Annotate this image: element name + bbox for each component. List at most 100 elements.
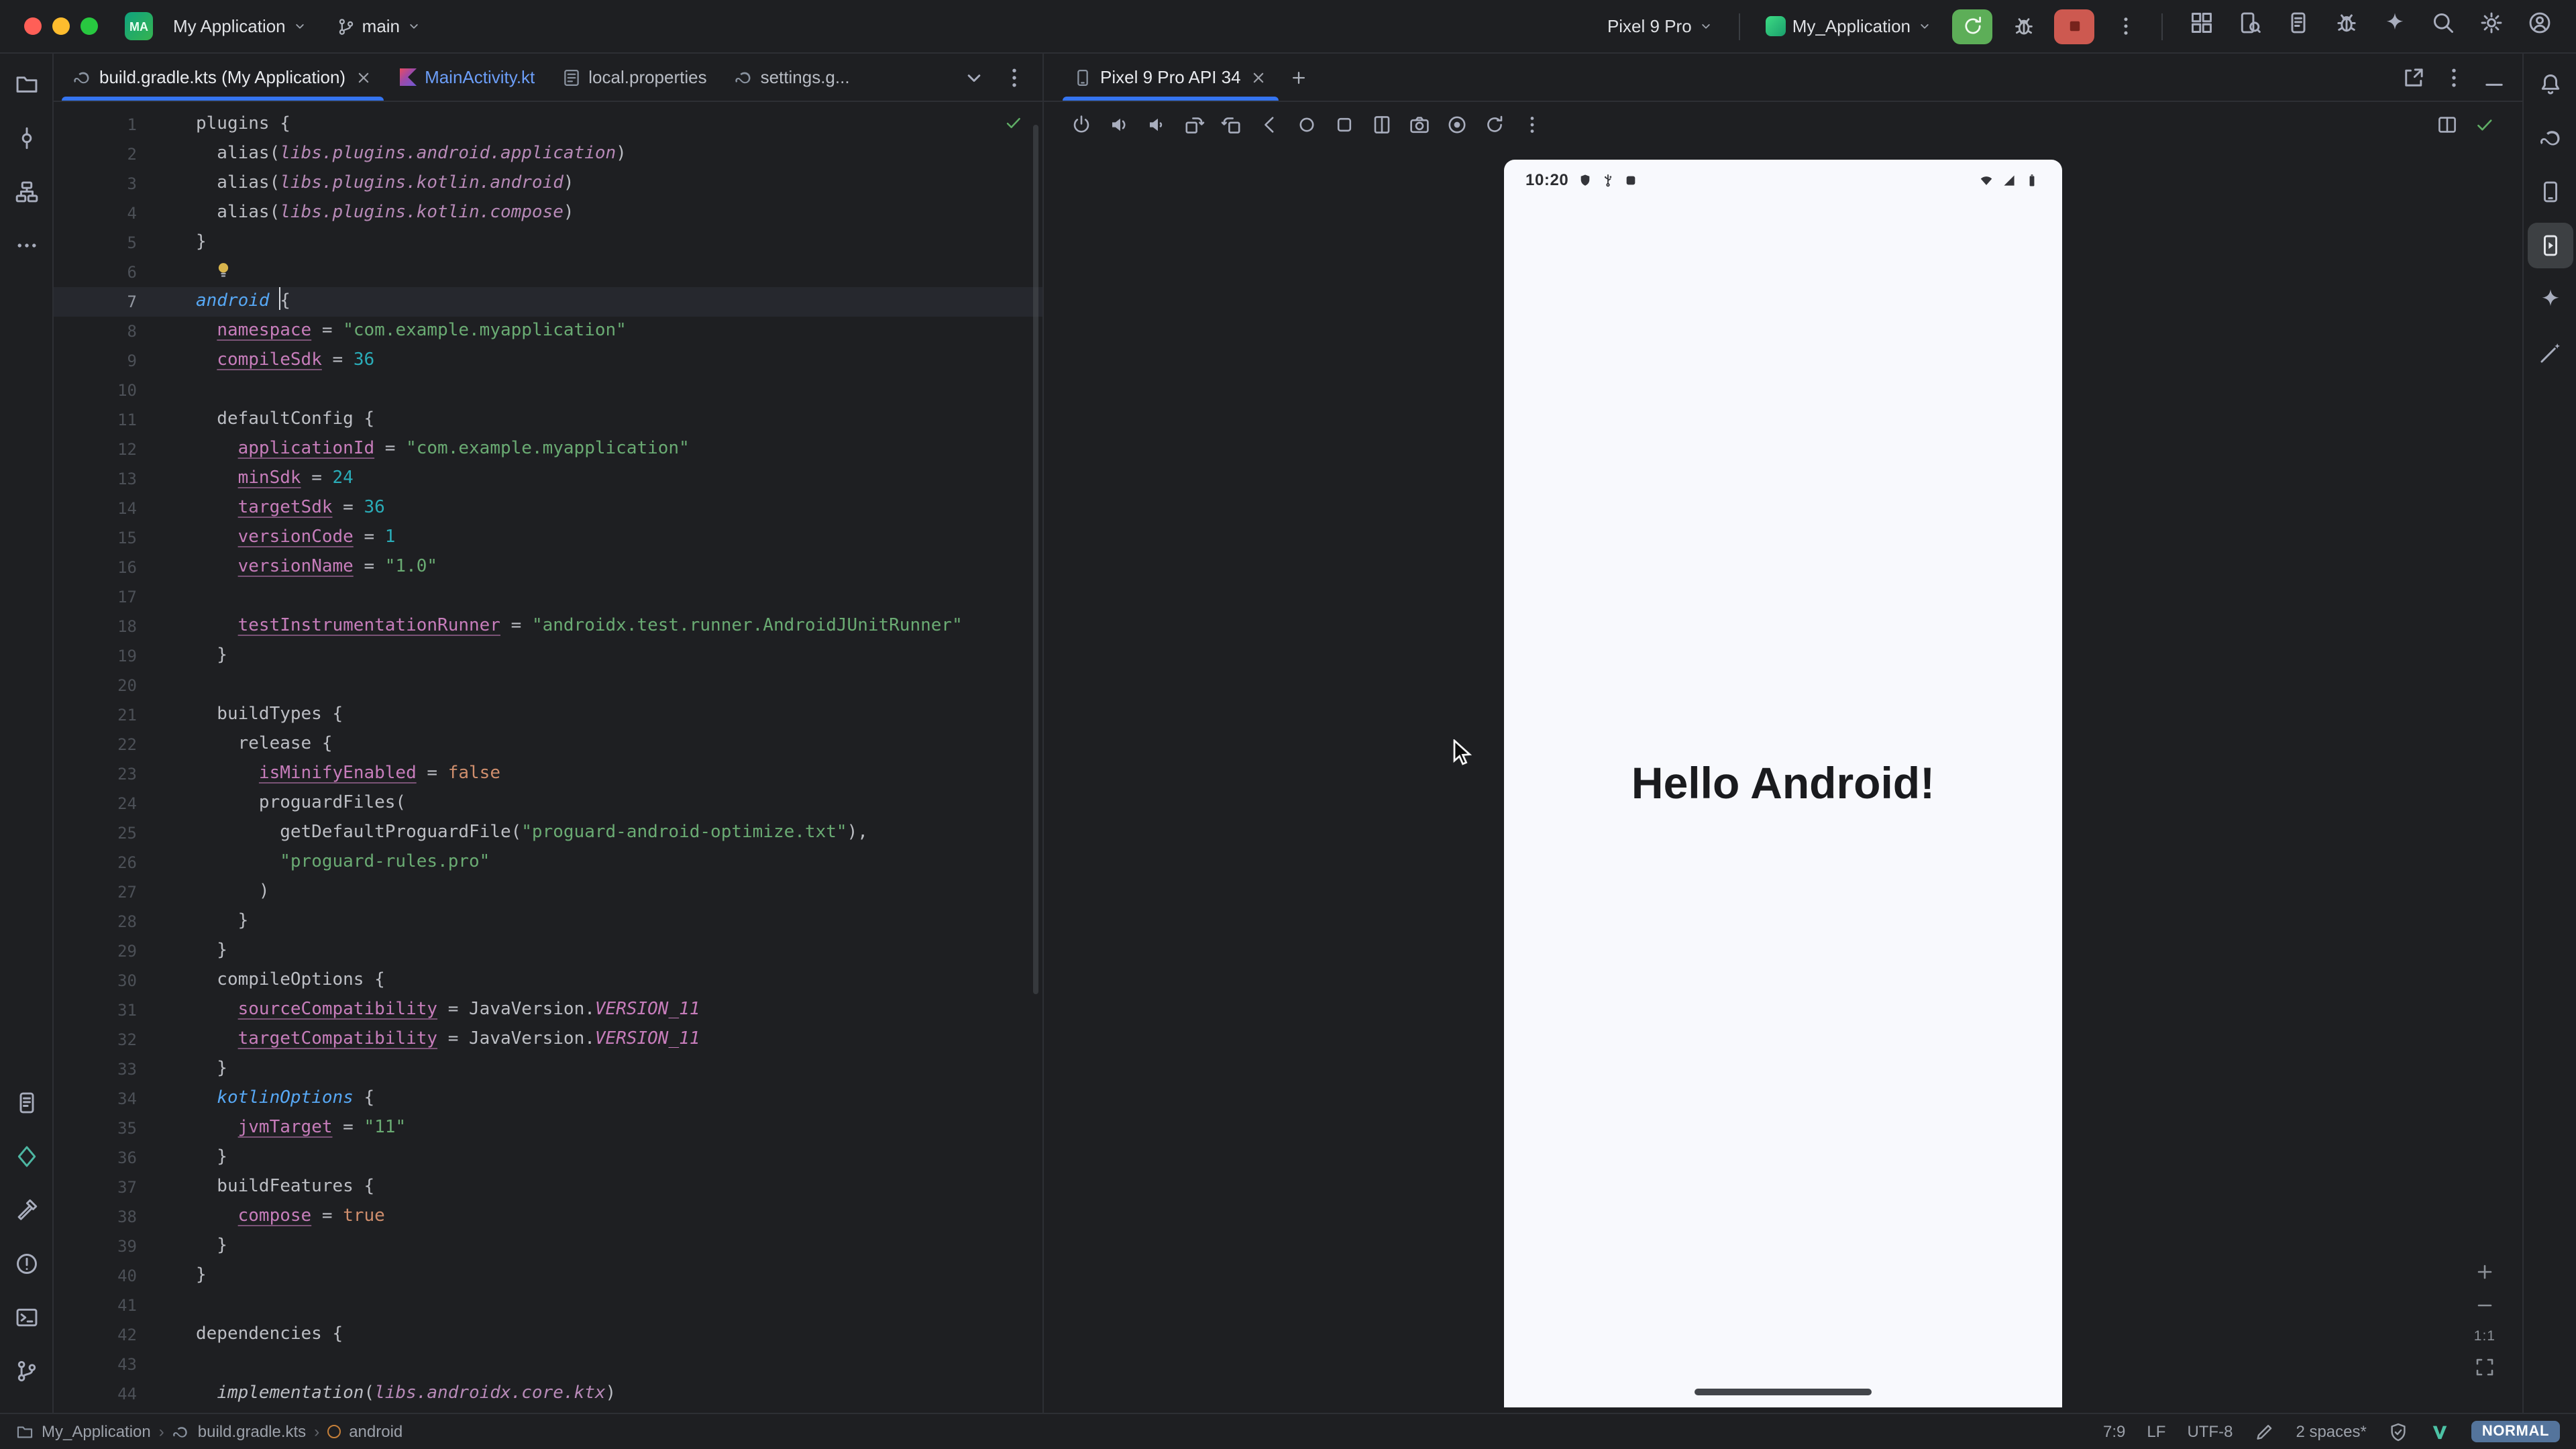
code-line-36[interactable]: 36 } [54,1143,1042,1173]
code-line-38[interactable]: 38 compose = true [54,1202,1042,1232]
logcat-icon[interactable] [2275,0,2321,45]
columns-icon[interactable] [2431,109,2463,141]
line-number[interactable]: 3 [54,169,158,199]
code-line-34[interactable]: 34 kotlinOptions { [54,1084,1042,1114]
line-number[interactable]: 41 [54,1291,158,1320]
pencil-icon[interactable] [2254,1421,2274,1442]
restart-icon[interactable] [1479,109,1511,141]
line-number[interactable]: 24 [54,789,158,818]
structure-icon[interactable] [3,169,49,215]
intention-bulb-icon[interactable] [213,260,233,280]
build-icon[interactable] [3,1187,49,1233]
record-icon[interactable] [1441,109,1473,141]
debug-button[interactable] [2003,9,2043,44]
inspections-ok-icon[interactable] [1004,113,1024,133]
line-number[interactable]: 11 [54,405,158,435]
more-icon[interactable] [3,223,49,268]
code-line-10[interactable]: 10 [54,376,1042,405]
code-line-5[interactable]: 5} [54,228,1042,258]
more-run-options-button[interactable] [2105,9,2145,44]
line-number[interactable]: 13 [54,464,158,494]
line-number[interactable]: 40 [54,1261,158,1291]
code-line-27[interactable]: 27 ) [54,877,1042,907]
more-vertical-icon[interactable] [1516,109,1548,141]
run-configuration-selector[interactable]: My_Application [1756,11,1941,42]
version-control-icon[interactable] [3,1348,49,1394]
logcat-icon[interactable] [3,1080,49,1126]
line-number[interactable]: 43 [54,1350,158,1379]
line-number[interactable]: 37 [54,1173,158,1202]
code-line-20[interactable]: 20 [54,671,1042,700]
more-vertical-icon[interactable] [2436,61,2471,93]
app-quality-insights-icon[interactable] [3,1134,49,1179]
code-line-2[interactable]: 2 alias(libs.plugins.android.application… [54,140,1042,169]
line-number[interactable]: 42 [54,1320,158,1350]
code-line-14[interactable]: 14 targetSdk = 36 [54,494,1042,523]
code-line-32[interactable]: 32 targetCompatibility = JavaVersion.VER… [54,1025,1042,1055]
line-number[interactable]: 31 [54,996,158,1025]
code-line-37[interactable]: 37 buildFeatures { [54,1173,1042,1202]
line-number[interactable]: 17 [54,582,158,612]
power-icon[interactable] [1065,109,1097,141]
code-line-18[interactable]: 18 testInstrumentationRunner = "androidx… [54,612,1042,641]
zoom-in-button[interactable] [2474,1261,2496,1283]
line-number[interactable]: 25 [54,818,158,848]
chevron-down-icon[interactable] [957,61,991,93]
code-line-44[interactable]: 44 implementation(libs.androidx.core.ktx… [54,1379,1042,1409]
line-number[interactable]: 32 [54,1025,158,1055]
open-in-window-icon[interactable] [2396,61,2431,93]
line-number[interactable]: 23 [54,759,158,789]
notifications-icon[interactable] [2527,62,2573,107]
code-line-23[interactable]: 23 isMinifyEnabled = false [54,759,1042,789]
breadcrumb-element[interactable]: android [349,1422,402,1441]
code-line-6[interactable]: 6 [54,258,1042,287]
back-icon[interactable] [1253,109,1285,141]
line-number[interactable]: 16 [54,553,158,582]
shield-check-icon[interactable] [2388,1421,2408,1442]
code-line-26[interactable]: 26 "proguard-rules.pro" [54,848,1042,877]
volume-down-icon[interactable] [1140,109,1173,141]
line-number[interactable]: 2 [54,140,158,169]
code-line-30[interactable]: 30 compileOptions { [54,966,1042,996]
close-tab-icon[interactable] [354,68,372,87]
rotate-left-icon[interactable] [1178,109,1210,141]
code-line-7[interactable]: 7android { [54,287,1042,317]
zoom-reset-button[interactable]: 1:1 [2474,1328,2496,1344]
code-editor[interactable]: 1plugins {2 alias(libs.plugins.android.a… [54,102,1042,1413]
commit-icon[interactable] [3,115,49,161]
cursor-position-widget[interactable]: 7:9 [2103,1422,2125,1441]
breadcrumb-file[interactable]: build.gradle.kts [198,1422,306,1441]
gradle-icon[interactable] [2527,115,2573,161]
gemini-icon[interactable] [2372,0,2418,45]
line-number[interactable]: 36 [54,1143,158,1173]
code-line-22[interactable]: 22 release { [54,730,1042,759]
vcs-branch-selector[interactable]: main [327,11,431,42]
zoom-out-button[interactable] [2474,1295,2496,1316]
more-vertical-icon[interactable] [997,61,1032,93]
device-selector[interactable]: Pixel 9 Pro [1598,11,1723,42]
code-line-28[interactable]: 28 } [54,907,1042,936]
line-number[interactable]: 34 [54,1084,158,1114]
tab-build-gradle-kts[interactable]: build.gradle.kts (My Application) [59,54,386,101]
rerun-button[interactable] [1952,9,1992,44]
code-line-3[interactable]: 3 alias(libs.plugins.kotlin.android) [54,169,1042,199]
code-line-8[interactable]: 8 namespace = "com.example.myapplication… [54,317,1042,346]
assistant-icon[interactable] [2527,330,2573,376]
tab-local-properties[interactable]: local.properties [548,54,720,101]
code-line-35[interactable]: 35 jvmTarget = "11" [54,1114,1042,1143]
encoding-widget[interactable]: UTF-8 [2187,1422,2233,1441]
line-number[interactable]: 22 [54,730,158,759]
line-number[interactable]: 38 [54,1202,158,1232]
line-number[interactable]: 1 [54,110,158,140]
code-line-15[interactable]: 15 versionCode = 1 [54,523,1042,553]
code-line-33[interactable]: 33 } [54,1055,1042,1084]
line-number[interactable]: 7 [54,287,158,317]
code-line-43[interactable]: 43 [54,1350,1042,1379]
overview-icon[interactable] [1328,109,1360,141]
line-number[interactable]: 33 [54,1055,158,1084]
code-line-16[interactable]: 16 versionName = "1.0" [54,553,1042,582]
line-number[interactable]: 10 [54,376,158,405]
add-device-tab-button[interactable] [1281,61,1316,93]
line-number[interactable]: 39 [54,1232,158,1261]
line-number[interactable]: 44 [54,1379,158,1409]
